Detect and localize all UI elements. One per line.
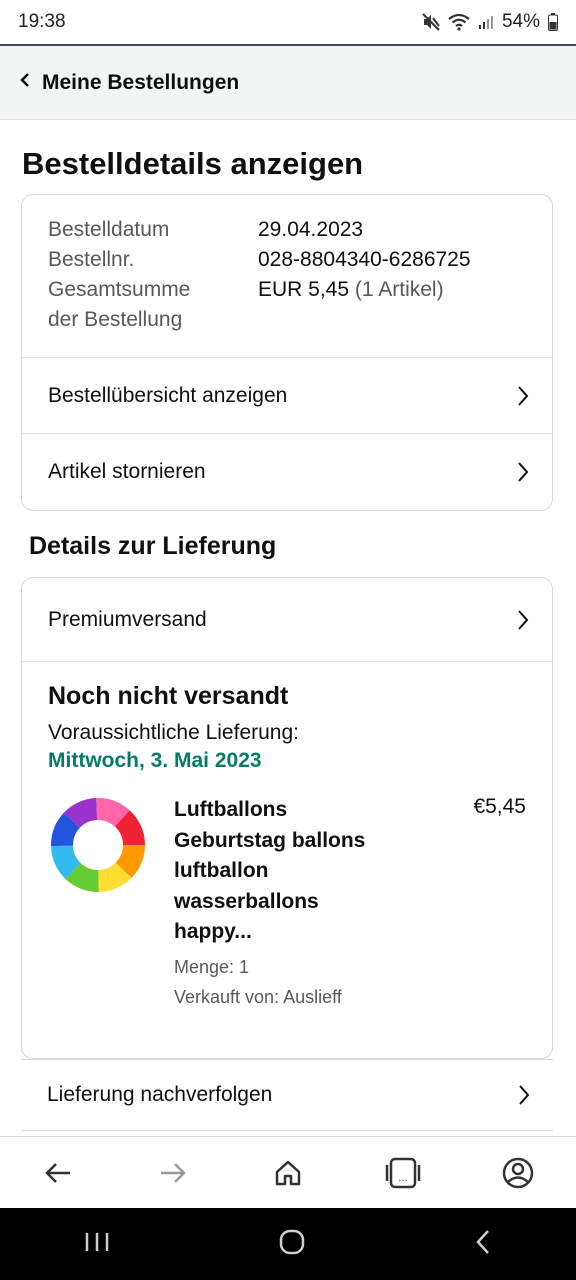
system-back-icon[interactable] — [474, 1229, 492, 1260]
delivery-section-title: Details zur Lieferung — [29, 532, 277, 560]
shipping-method-link[interactable]: Premiumversand — [22, 578, 552, 661]
order-date-row: Bestelldatum 29.04.2023 — [48, 215, 526, 245]
shipment-details: Noch nicht versandt Voraussichtliche Lie… — [22, 661, 552, 1012]
order-number-label: Bestellnr. — [48, 248, 135, 271]
shipping-method-label: Premiumversand — [48, 607, 207, 631]
back-navigation[interactable]: Meine Bestellungen — [0, 46, 576, 120]
eta-label: Voraussichtliche Lieferung: — [48, 721, 299, 744]
track-delivery-link[interactable]: Lieferung nachverfolgen — [21, 1059, 553, 1131]
order-total-row: Gesamtsumme der Bestellung EUR 5,45 (1 A… — [48, 275, 526, 335]
chevron-right-icon — [516, 460, 530, 484]
svg-text:...: ... — [398, 1173, 408, 1184]
battery-icon — [548, 13, 558, 31]
home-circle-icon[interactable] — [279, 1229, 305, 1260]
page-title: Bestelldetails anzeigen — [22, 146, 364, 181]
chevron-left-icon — [20, 71, 30, 94]
delivery-card: Premiumversand Noch nicht versandt Vorau… — [21, 577, 553, 1059]
item-meta: Menge: 1 Verkauft von: Auslieff — [174, 952, 526, 1012]
order-info: Bestelldatum 29.04.2023 Bestellnr. 028-8… — [22, 195, 552, 357]
product-thumbnail[interactable] — [48, 795, 148, 895]
order-number-value: 028-8804340-6286725 — [258, 248, 471, 271]
order-total-amount: EUR 5,45 — [258, 278, 350, 301]
battery-text: 54% — [501, 11, 540, 32]
item-seller: Verkauft von: Auslieff — [174, 986, 342, 1007]
order-date-label: Bestelldatum — [48, 218, 170, 241]
item-quantity: Menge: 1 — [174, 956, 250, 977]
home-icon[interactable] — [268, 1153, 308, 1193]
order-number-row: Bestellnr. 028-8804340-6286725 — [48, 245, 526, 275]
signal-icon — [478, 14, 494, 30]
item-price: €5,45 — [473, 795, 526, 818]
order-total-count: (1 Artikel) — [354, 278, 444, 301]
chevron-right-icon — [516, 384, 530, 408]
order-summary-link[interactable]: Bestellübersicht anzeigen — [22, 357, 552, 433]
order-summary-label: Bestellübersicht anzeigen — [48, 383, 288, 407]
order-total-label-line1: Gesamtsumme — [48, 278, 191, 301]
bottom-tab-bar: ... — [0, 1136, 576, 1208]
status-icons: 54% — [422, 11, 558, 33]
chevron-right-icon — [517, 1083, 531, 1107]
order-total-label-line2: der Bestellung — [48, 308, 183, 331]
order-total-value: EUR 5,45 (1 Artikel) — [258, 275, 444, 335]
order-info-card: Bestelldatum 29.04.2023 Bestellnr. 028-8… — [21, 194, 553, 511]
status-time: 19:38 — [18, 11, 66, 32]
mute-icon — [422, 13, 440, 31]
back-link-label: Meine Bestellungen — [42, 70, 240, 94]
account-icon[interactable] — [498, 1153, 538, 1193]
system-nav-bar — [0, 1208, 576, 1280]
back-arrow-icon[interactable] — [38, 1153, 78, 1193]
tabs-icon[interactable]: ... — [383, 1153, 423, 1193]
chevron-right-icon — [516, 608, 530, 632]
recent-apps-icon[interactable] — [84, 1231, 110, 1258]
order-item: Luftballons Geburtstag ballons luftballo… — [48, 795, 526, 1012]
eta-date: Mittwoch, 3. Mai 2023 — [48, 749, 262, 772]
forward-arrow-icon[interactable] — [153, 1153, 193, 1193]
wifi-icon — [448, 13, 470, 31]
item-header: Luftballons Geburtstag ballons luftballo… — [174, 795, 526, 948]
item-title[interactable]: Luftballons Geburtstag ballons luftballo… — [174, 795, 389, 948]
shipment-status: Noch nicht versandt — [48, 682, 289, 710]
order-date-value: 29.04.2023 — [258, 218, 364, 241]
cancel-items-label: Artikel stornieren — [48, 460, 206, 483]
item-details: Luftballons Geburtstag ballons luftballo… — [174, 795, 526, 1012]
status-bar: 19:38 54% — [0, 0, 576, 46]
track-delivery-label: Lieferung nachverfolgen — [47, 1083, 273, 1106]
cancel-items-link[interactable]: Artikel stornieren — [22, 433, 552, 510]
order-total-label: Gesamtsumme der Bestellung — [48, 275, 258, 335]
